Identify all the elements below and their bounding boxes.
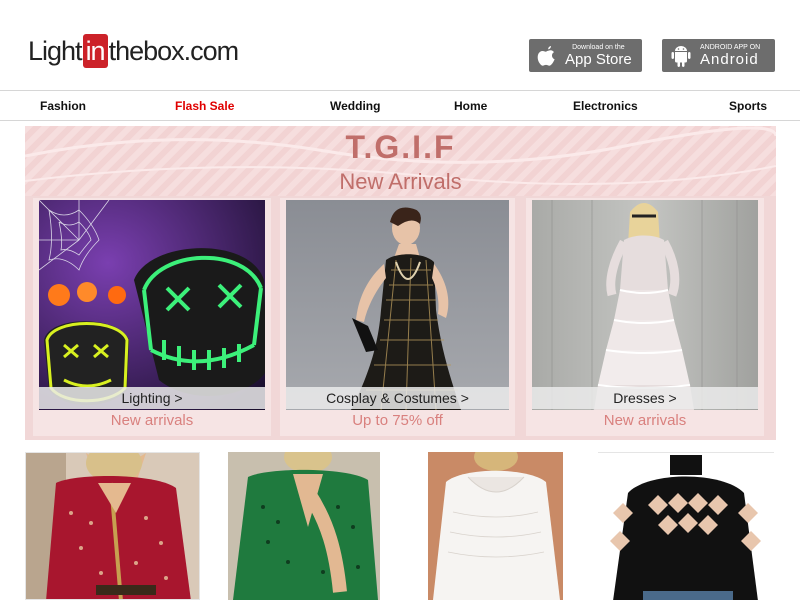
android-app-button[interactable]: ANDROID APP ON Android bbox=[662, 39, 775, 72]
site-logo[interactable]: Light in thebox .com bbox=[28, 33, 240, 69]
apple-icon bbox=[537, 45, 555, 66]
banner-subtitle: New Arrivals bbox=[339, 169, 462, 194]
nav-item-wedding[interactable]: Wedding bbox=[330, 99, 380, 113]
nav-item-home[interactable]: Home bbox=[454, 99, 487, 113]
nav-item-sports[interactable]: Sports bbox=[729, 99, 767, 113]
category-label-lighting[interactable]: Lighting > bbox=[39, 387, 265, 409]
android-icon bbox=[671, 45, 691, 67]
site-header: Light in thebox .com Download on the App… bbox=[0, 0, 800, 90]
logo-text-thebox: thebox bbox=[108, 35, 185, 66]
banner-title: T.G.I.F bbox=[345, 129, 456, 165]
app-store-big-text: App Store bbox=[565, 50, 632, 68]
product-image-red-shirt[interactable] bbox=[25, 452, 200, 600]
category-sub-lighting: New arrivals bbox=[110, 412, 194, 429]
nav-item-flash-sale[interactable]: Flash Sale bbox=[175, 99, 234, 113]
product-image-green-blouse[interactable] bbox=[228, 452, 380, 600]
cosplay-image bbox=[286, 200, 509, 410]
nav-item-electronics[interactable]: Electronics bbox=[573, 99, 638, 113]
app-store-button[interactable]: Download on the App Store bbox=[529, 39, 642, 72]
banner-header: T.G.I.F New Arrivals bbox=[25, 126, 776, 196]
logo-text-com: .com bbox=[183, 35, 240, 66]
category-sub-dresses: New arrivals bbox=[603, 412, 687, 429]
category-card-lighting[interactable]: Lighting > New arrivals bbox=[31, 196, 273, 438]
lighting-image bbox=[39, 200, 265, 410]
category-sub-cosplay: Up to 75% off bbox=[352, 412, 443, 429]
promo-banner[interactable]: T.G.I.F New Arrivals Lighting > New arri… bbox=[25, 126, 776, 440]
category-label-cosplay[interactable]: Cosplay & Costumes > bbox=[286, 387, 509, 409]
logo-text-light: Light bbox=[28, 35, 83, 66]
product-image-white-lace-top[interactable] bbox=[428, 452, 563, 600]
product-image-black-cutout-top[interactable] bbox=[598, 452, 774, 600]
dresses-image bbox=[532, 200, 758, 410]
category-card-dresses[interactable]: Dresses > New arrivals bbox=[524, 196, 766, 438]
category-card-cosplay[interactable]: Cosplay & Costumes > Up to 75% off bbox=[278, 196, 517, 438]
main-nav: Fashion Flash Sale Wedding Home Electron… bbox=[0, 90, 800, 121]
category-label-dresses[interactable]: Dresses > bbox=[532, 387, 758, 409]
logo-text-in: in bbox=[82, 34, 108, 68]
android-big-text: Android bbox=[700, 50, 759, 68]
nav-item-fashion[interactable]: Fashion bbox=[40, 99, 86, 113]
